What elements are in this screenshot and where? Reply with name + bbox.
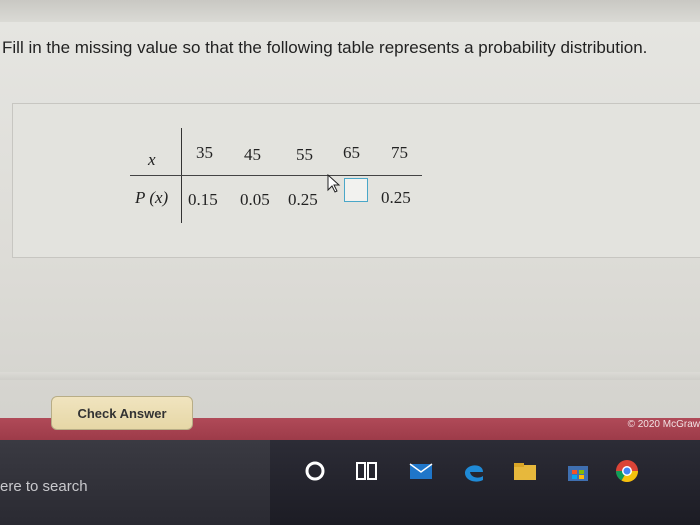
- browser-content: Fill in the missing value so that the fo…: [0, 0, 700, 430]
- x-header: x: [148, 150, 156, 169]
- p-value: 0.05: [240, 190, 270, 209]
- file-explorer-icon[interactable]: [512, 458, 538, 484]
- copyright-text: © 2020 McGraw: [627, 419, 700, 430]
- check-answer-button[interactable]: Check Answer: [51, 396, 193, 430]
- missing-value-input[interactable]: [344, 178, 368, 202]
- chrome-icon[interactable]: [614, 458, 640, 484]
- windows-taskbar: ere to search: [0, 440, 700, 525]
- x-value: 55: [296, 145, 313, 164]
- x-value: 45: [244, 145, 261, 164]
- task-view-icon[interactable]: [354, 458, 380, 484]
- search-placeholder: ere to search: [0, 478, 88, 495]
- p-header: P (x): [135, 188, 169, 207]
- mouse-cursor-icon: [327, 174, 341, 193]
- x-value: 75: [391, 143, 408, 162]
- edge-icon[interactable]: [461, 458, 487, 484]
- x-value: 65: [343, 143, 360, 162]
- p-value: 0.15: [188, 190, 218, 209]
- cortana-icon[interactable]: [302, 458, 328, 484]
- mail-icon[interactable]: [408, 458, 434, 484]
- top-bar: [0, 0, 700, 22]
- table-horizontal-rule: [130, 175, 422, 176]
- x-value: 35: [196, 143, 213, 162]
- p-value: 0.25: [288, 190, 318, 209]
- question-text: Fill in the missing value so that the fo…: [2, 38, 648, 57]
- section-divider: [0, 372, 700, 380]
- p-value: 0.25: [381, 188, 411, 207]
- store-icon[interactable]: [565, 458, 591, 484]
- taskbar-search-box[interactable]: ere to search: [0, 440, 270, 525]
